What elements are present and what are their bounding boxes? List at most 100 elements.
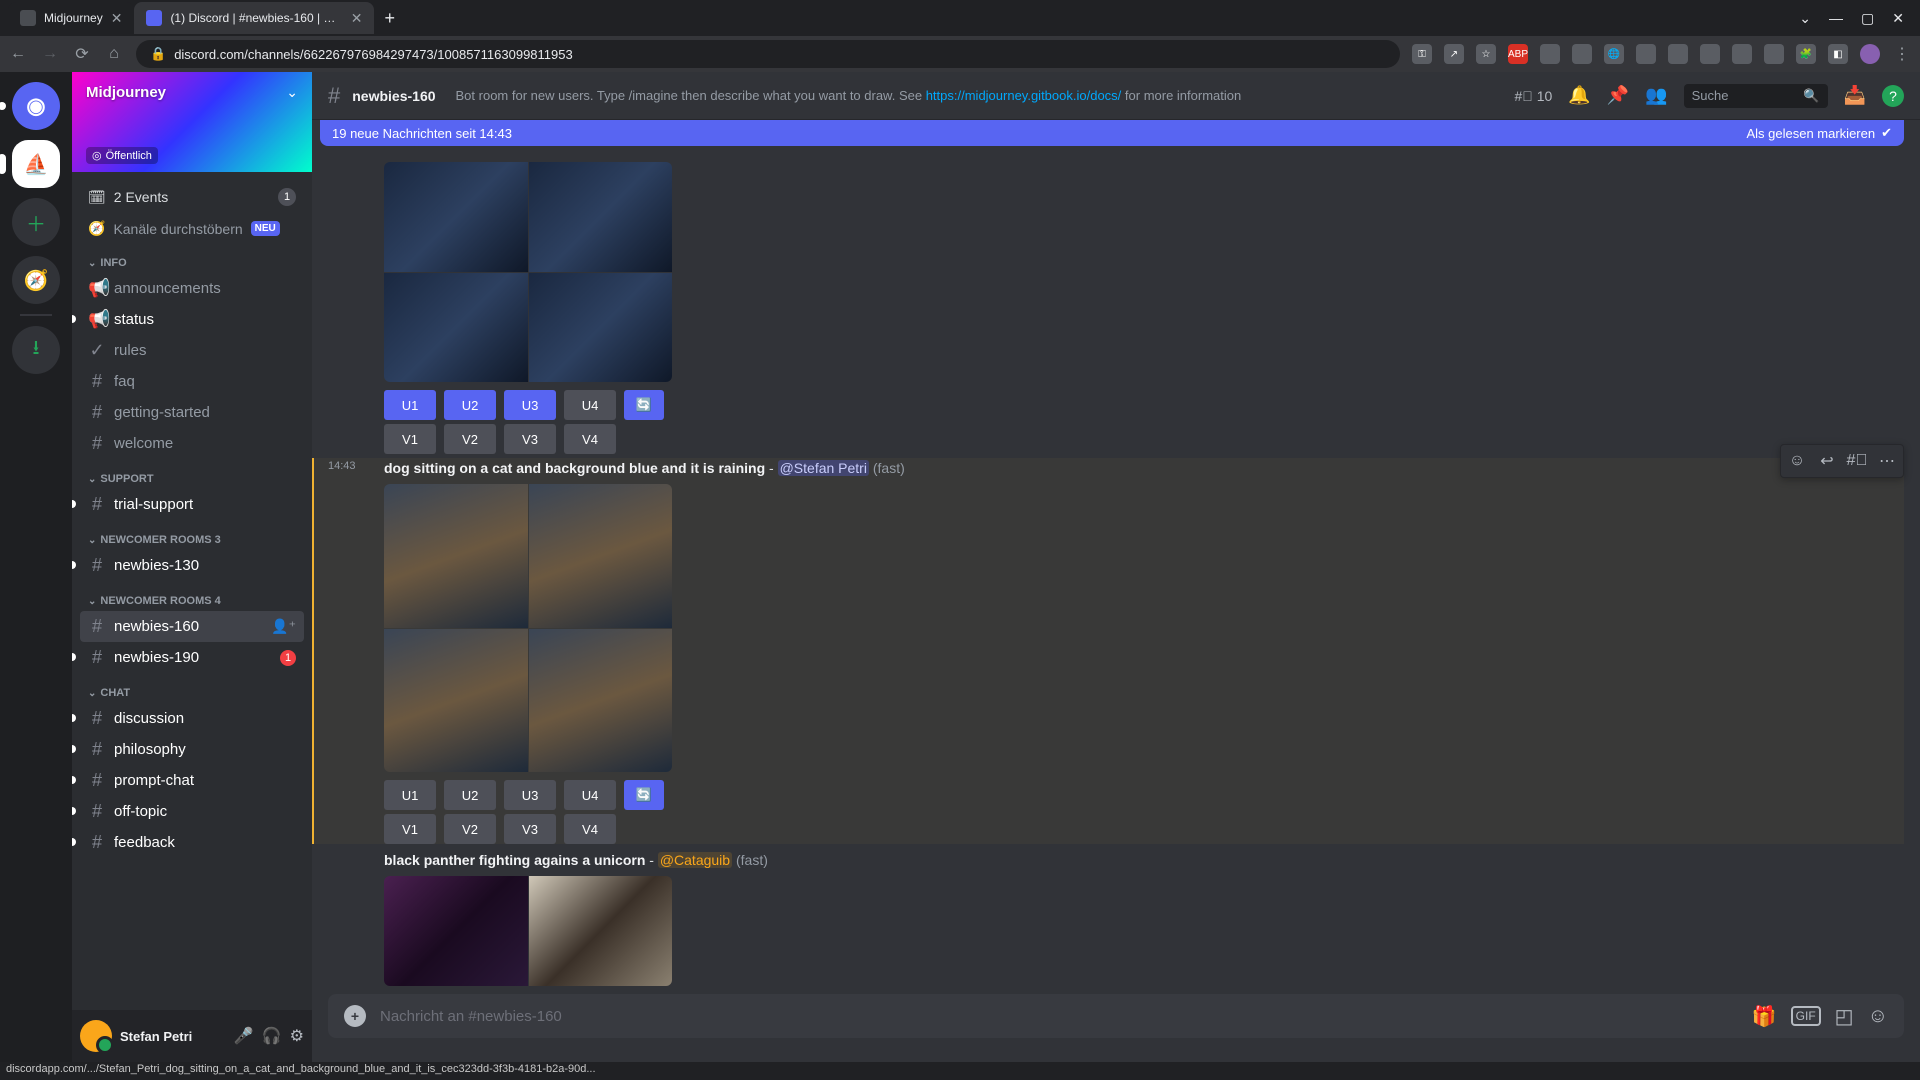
image-result[interactable]	[529, 876, 673, 986]
image-grid[interactable]	[384, 162, 672, 382]
extension-icon[interactable]	[1636, 44, 1656, 64]
events-row[interactable]: 🗓2 Events 1	[80, 180, 304, 214]
v2-button[interactable]: V2	[444, 814, 496, 844]
channel-row-off-topic[interactable]: #off-topic	[80, 796, 304, 827]
image-result[interactable]	[384, 629, 528, 773]
category-header[interactable]: NEWCOMER ROOMS 4	[80, 581, 304, 611]
bookmark-star-icon[interactable]: ☆	[1476, 44, 1496, 64]
reload-button[interactable]: ⟳	[72, 44, 92, 64]
category-header[interactable]: CHAT	[80, 673, 304, 703]
channel-row-announcements[interactable]: 📢announcements	[80, 273, 304, 304]
more-actions-icon[interactable]: ⋯	[1873, 447, 1901, 475]
tab-close-icon[interactable]: ✕	[111, 10, 123, 27]
u4-button[interactable]: U4	[564, 780, 616, 810]
topic-link[interactable]: https://midjourney.gitbook.io/docs/	[926, 88, 1122, 103]
new-tab-button[interactable]: +	[374, 8, 405, 29]
image-result[interactable]	[529, 484, 673, 628]
message-input[interactable]	[380, 1008, 1738, 1025]
download-apps-icon[interactable]: ⭳	[12, 326, 60, 374]
author-mention[interactable]: @Cataguib	[658, 852, 732, 868]
extension-icon[interactable]	[1700, 44, 1720, 64]
channel-list[interactable]: 🗓2 Events 1 🧭 Kanäle durchstöbern NEU IN…	[72, 172, 312, 1010]
profile-avatar-icon[interactable]	[1860, 44, 1880, 64]
attach-plus-icon[interactable]: +	[344, 1005, 366, 1027]
u2-button[interactable]: U2	[444, 780, 496, 810]
add-server-icon[interactable]: ＋	[12, 198, 60, 246]
notification-bell-icon[interactable]: 🔔	[1568, 85, 1590, 106]
image-result[interactable]	[529, 273, 673, 383]
channel-row-getting-started[interactable]: #getting-started	[80, 397, 304, 428]
window-close-icon[interactable]: ✕	[1892, 10, 1904, 27]
channel-row-feedback[interactable]: #feedback	[80, 827, 304, 858]
member-list-icon[interactable]: 👥	[1645, 85, 1667, 106]
window-maximize-icon[interactable]: ▢	[1861, 10, 1874, 27]
message-list[interactable]: U1 U2 U3 U4 🔄 V1 V2 V3 V4 ☺ ↩ #⃣	[312, 146, 1920, 994]
sticker-icon[interactable]: ◰	[1835, 1004, 1854, 1029]
reply-icon[interactable]: ↩	[1813, 447, 1841, 475]
image-result[interactable]	[529, 629, 673, 773]
browse-channels-row[interactable]: 🧭 Kanäle durchstöbern NEU	[80, 214, 304, 243]
extension-icon[interactable]: 🌐	[1604, 44, 1624, 64]
threads-button[interactable]: #⃣10	[1514, 88, 1552, 104]
extension-icon[interactable]	[1572, 44, 1592, 64]
image-result[interactable]	[384, 876, 528, 986]
extension-icon[interactable]	[1540, 44, 1560, 64]
tab-close-icon[interactable]: ✕	[351, 10, 363, 27]
user-avatar[interactable]	[80, 1020, 112, 1052]
create-invite-icon[interactable]: 👤⁺	[271, 618, 296, 635]
home-button[interactable]: ⌂	[104, 45, 124, 63]
extension-icon[interactable]	[1764, 44, 1784, 64]
new-messages-bar[interactable]: 19 neue Nachrichten seit 14:43 Als geles…	[320, 120, 1904, 146]
back-button[interactable]: ←	[8, 45, 28, 63]
share-icon[interactable]: ↗	[1444, 44, 1464, 64]
channel-row-faq[interactable]: #faq	[80, 366, 304, 397]
image-grid[interactable]	[384, 876, 672, 986]
v4-button[interactable]: V4	[564, 814, 616, 844]
browser-tab-active[interactable]: (1) Discord | #newbies-160 | Mid ✕	[134, 2, 374, 34]
channel-row-newbies-190[interactable]: #newbies-1901	[80, 642, 304, 673]
channel-row-status[interactable]: 📢status	[80, 304, 304, 335]
v2-button[interactable]: V2	[444, 424, 496, 454]
reroll-button[interactable]: 🔄	[624, 780, 664, 810]
deafen-icon[interactable]: 🎧	[262, 1026, 282, 1046]
v4-button[interactable]: V4	[564, 424, 616, 454]
pinned-messages-icon[interactable]: 📌	[1607, 85, 1629, 106]
image-result[interactable]	[384, 162, 528, 272]
u3-button[interactable]: U3	[504, 780, 556, 810]
add-reaction-icon[interactable]: ☺	[1783, 447, 1811, 475]
key-icon[interactable]: ⚿	[1412, 44, 1432, 64]
channel-row-rules[interactable]: ✓rules	[80, 335, 304, 366]
chevron-down-icon[interactable]: ⌄	[286, 84, 298, 101]
gift-icon[interactable]: 🎁	[1752, 1004, 1777, 1029]
mark-as-read-button[interactable]: Als gelesen markieren ✔	[1746, 125, 1892, 141]
gif-icon[interactable]: GIF	[1791, 1006, 1821, 1026]
image-grid[interactable]: 👆	[384, 484, 672, 772]
search-input[interactable]: Suche 🔍	[1684, 84, 1828, 108]
emoji-picker-icon[interactable]: ☺	[1868, 1005, 1888, 1028]
discord-home-icon[interactable]: ◉	[12, 82, 60, 130]
extensions-puzzle-icon[interactable]: 🧩	[1796, 44, 1816, 64]
window-dropdown-icon[interactable]: ⌄	[1799, 10, 1811, 27]
create-thread-icon[interactable]: #⃣	[1843, 447, 1871, 475]
midjourney-server-icon[interactable]: ⛵	[12, 140, 60, 188]
category-header[interactable]: NEWCOMER ROOMS 3	[80, 520, 304, 550]
mute-mic-icon[interactable]: 🎤	[234, 1026, 254, 1046]
category-header[interactable]: SUPPORT	[80, 459, 304, 489]
browser-tab[interactable]: Midjourney ✕	[8, 2, 134, 34]
channel-row-discussion[interactable]: #discussion	[80, 703, 304, 734]
channel-row-prompt-chat[interactable]: #prompt-chat	[80, 765, 304, 796]
u1-button[interactable]: U1	[384, 780, 436, 810]
server-header[interactable]: Midjourney ⌄	[72, 72, 312, 113]
channel-row-trial-support[interactable]: #trial-support	[80, 489, 304, 520]
kebab-menu-icon[interactable]: ⋮	[1892, 44, 1912, 64]
address-bar[interactable]: 🔒 discord.com/channels/66226797698429747…	[136, 40, 1400, 68]
u3-button[interactable]: U3	[504, 390, 556, 420]
extension-icon[interactable]	[1668, 44, 1688, 64]
channel-row-newbies-160[interactable]: #newbies-160👤⁺	[80, 611, 304, 642]
author-mention[interactable]: @Stefan Petri	[778, 460, 869, 476]
forward-button[interactable]: →	[40, 45, 60, 63]
channel-row-welcome[interactable]: #welcome	[80, 428, 304, 459]
channel-row-philosophy[interactable]: #philosophy	[80, 734, 304, 765]
image-result[interactable]	[529, 162, 673, 272]
v1-button[interactable]: V1	[384, 424, 436, 454]
